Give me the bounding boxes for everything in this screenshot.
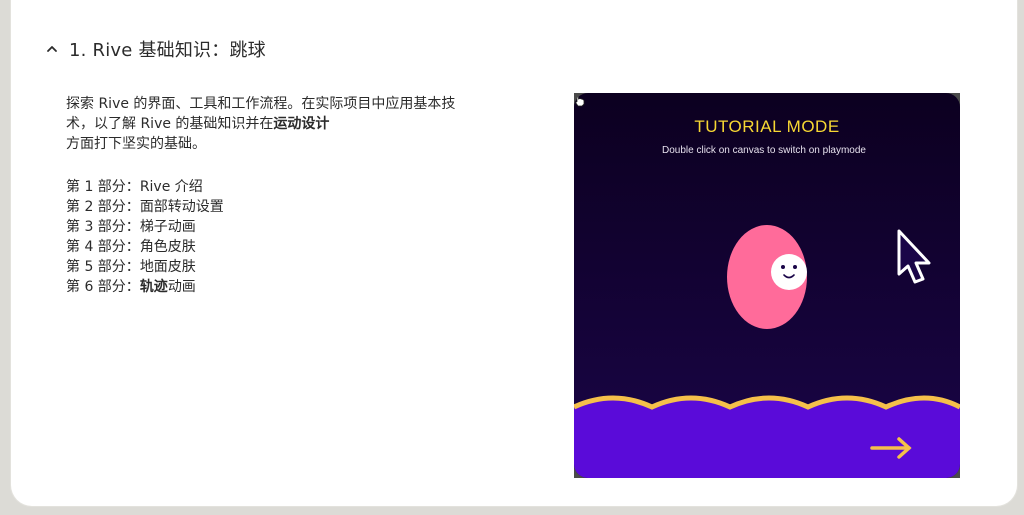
- part-prefix: 第 4 部分：: [66, 239, 140, 255]
- part-prefix: 第 5 部分：: [66, 259, 140, 275]
- section-title: 1. Rive 基础知识：跳球: [69, 40, 266, 61]
- list-item: 第 1 部分：Rive 介绍: [66, 177, 224, 197]
- eye-left: [781, 265, 785, 269]
- playmode-hint: Double click on canvas to switch on play…: [662, 145, 866, 156]
- part-prefix: 第 2 部分：: [66, 199, 140, 215]
- cursor-arrow-icon: [897, 229, 931, 284]
- list-item: 第 5 部分：地面皮肤: [66, 257, 224, 277]
- part-label-bold: 轨迹: [139, 279, 168, 295]
- chevron-up-icon[interactable]: [45, 42, 59, 56]
- list-item: 第 2 部分：面部转动设置: [66, 197, 224, 217]
- description-text-end: 方面打下坚实的基础。: [66, 136, 206, 152]
- part-label: 梯子动画: [139, 219, 196, 235]
- list-item: 第 4 部分：角色皮肤: [66, 237, 224, 257]
- part-label: 面部转动设置: [139, 199, 224, 215]
- description-text: 探索 Rive 的界面、工具和工作流程。在实际项目中应用基本技术，以了解 Riv…: [66, 96, 456, 132]
- part-label: Rive 介绍: [139, 179, 203, 195]
- rive-canvas[interactable]: TUTORIAL MODE Double click on canvas to …: [574, 93, 960, 478]
- section-description: 探索 Rive 的界面、工具和工作流程。在实际项目中应用基本技术，以了解 Riv…: [66, 94, 466, 154]
- eye-right: [793, 265, 797, 269]
- hand-pointer-icon: [574, 93, 585, 107]
- part-prefix: 第 1 部分：: [66, 179, 140, 195]
- list-item: 第 3 部分：梯子动画: [66, 217, 224, 237]
- part-label: 角色皮肤: [139, 239, 196, 255]
- lesson-card: 1. Rive 基础知识：跳球 探索 Rive 的界面、工具和工作流程。在实际项…: [10, 0, 1018, 507]
- tutorial-mode-title: TUTORIAL MODE: [694, 117, 840, 136]
- part-prefix: 第 6 部分：: [66, 279, 140, 295]
- part-label: 地面皮肤: [139, 259, 196, 275]
- ground: [574, 398, 960, 478]
- part-label: 动画: [167, 279, 196, 295]
- description-bold: 运动设计: [273, 116, 330, 132]
- rive-canvas-frame: TUTORIAL MODE Double click on canvas to …: [574, 93, 960, 478]
- ball-face: [771, 254, 807, 290]
- list-item: 第 6 部分：轨迹动画: [66, 277, 224, 297]
- part-prefix: 第 3 部分：: [66, 219, 140, 235]
- section-toggle[interactable]: 1. Rive 基础知识：跳球: [45, 36, 266, 62]
- parts-list: 第 1 部分：Rive 介绍 第 2 部分：面部转动设置 第 3 部分：梯子动画…: [66, 177, 224, 297]
